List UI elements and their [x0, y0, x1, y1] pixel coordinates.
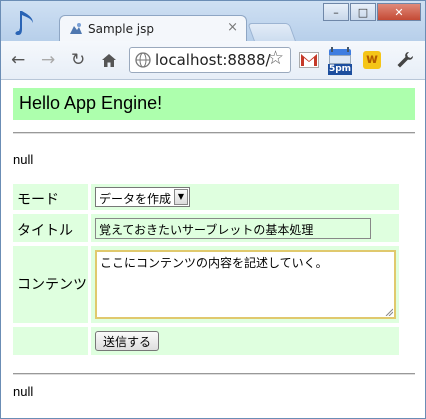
forward-arrow-icon[interactable]: →	[41, 50, 55, 70]
null-text-bottom: null	[13, 384, 34, 399]
mode-select[interactable]: データを作成 ▼	[95, 187, 190, 207]
tab-sample-jsp[interactable]: Sample jsp ×	[59, 15, 247, 43]
page-heading: Hello App Engine!	[19, 93, 163, 113]
music-note-icon	[15, 11, 33, 35]
maximize-button[interactable]: □	[350, 3, 376, 21]
null-text-top: null	[13, 152, 34, 167]
browser-toolbar: ← → ↻ localhost:8888/ ☆ 5pm w	[1, 41, 425, 80]
mode-select-value: データを作成	[99, 192, 172, 206]
contents-textarea[interactable]: ここにコンテンツの内容を記述していく。	[95, 250, 396, 319]
reload-icon[interactable]: ↻	[71, 50, 85, 70]
contents-label-cell: コンテンツ	[13, 246, 88, 323]
resize-grip-icon[interactable]	[385, 308, 393, 316]
divider-top	[13, 132, 415, 134]
close-window-button[interactable]: ✕	[377, 3, 421, 21]
window-controls: – □ ✕	[322, 3, 421, 23]
new-tab-button[interactable]	[247, 23, 297, 43]
title-label-cell: タイトル	[13, 214, 88, 242]
wrench-icon[interactable]	[396, 51, 414, 69]
browser-window: Sample jsp × – □ ✕ ← → ↻ localhost:8888/…	[0, 0, 426, 419]
contents-label: コンテンツ	[17, 276, 87, 292]
page-content: Hello App Engine! null モード タイトル コンテンツ デー…	[1, 80, 425, 418]
globe-icon	[135, 52, 151, 68]
back-arrow-icon[interactable]: ←	[11, 50, 25, 70]
tab-title: Sample jsp	[88, 22, 155, 36]
tab-close-icon[interactable]: ×	[227, 20, 238, 35]
chevron-down-icon[interactable]: ▼	[174, 189, 188, 205]
gmail-icon[interactable]	[299, 52, 319, 68]
w-extension-icon[interactable]: w	[363, 51, 381, 69]
title-input[interactable]: 覚えておきたいサーブレットの基本処理	[95, 218, 371, 239]
title-bar: Sample jsp × – □ ✕	[1, 1, 425, 43]
app-engine-icon	[70, 23, 82, 34]
title-label: タイトル	[17, 222, 73, 238]
submit-label-cell	[13, 327, 88, 355]
mode-label: モード	[17, 191, 59, 207]
calendar-time-label: 5pm	[328, 64, 352, 75]
calendar-icon[interactable]: 5pm	[327, 45, 353, 75]
page-heading-box: Hello App Engine!	[13, 88, 415, 120]
url-text: localhost:8888/	[155, 51, 271, 69]
bookmark-star-icon[interactable]: ☆	[267, 47, 284, 69]
submit-button[interactable]: 送信する	[95, 331, 159, 351]
home-icon[interactable]	[101, 53, 117, 68]
mode-label-cell: モード	[13, 184, 88, 210]
contents-text: ここにコンテンツの内容を記述していく。	[100, 256, 328, 270]
minimize-button[interactable]: –	[323, 3, 349, 21]
divider-bottom	[13, 373, 415, 375]
